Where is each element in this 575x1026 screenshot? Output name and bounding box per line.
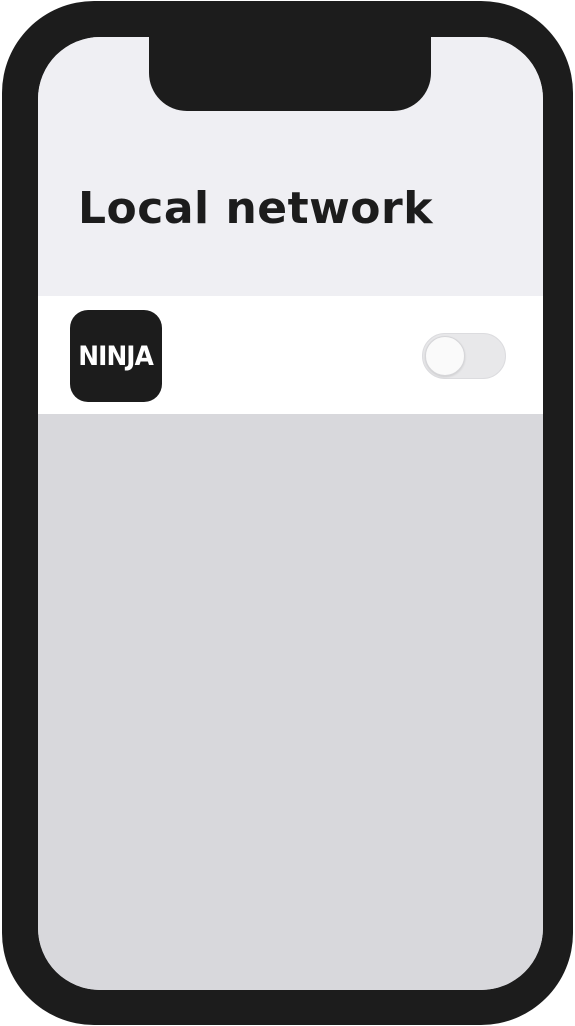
- local-network-toggle[interactable]: [422, 333, 506, 379]
- toggle-knob: [425, 336, 465, 376]
- app-icon-logo-text: NINJA: [78, 340, 155, 372]
- phone-screen: Local network NINJA: [38, 37, 543, 990]
- phone-frame: Local network NINJA: [2, 1, 573, 1025]
- empty-list-area: [38, 414, 543, 990]
- phone-notch: [149, 37, 431, 111]
- app-permission-row: NINJA: [38, 296, 543, 414]
- ninja-app-icon: NINJA: [70, 310, 162, 402]
- page-title: Local network: [78, 183, 433, 234]
